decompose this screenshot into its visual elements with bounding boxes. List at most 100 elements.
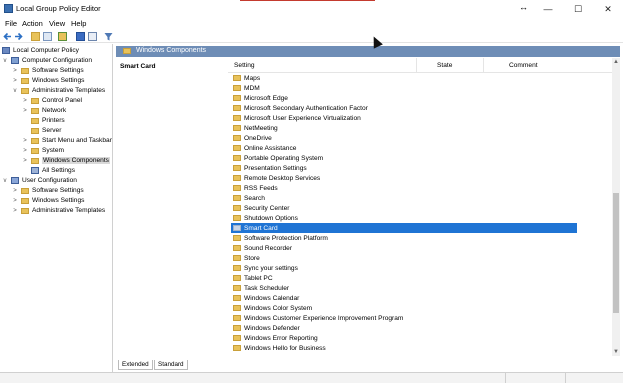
folder-icon: [233, 155, 241, 161]
status-bar: [0, 372, 623, 383]
expander-icon[interactable]: >: [22, 138, 28, 144]
list-item[interactable]: Software Protection Platform: [231, 233, 577, 243]
list-item[interactable]: Portable Operating System: [231, 153, 577, 163]
tree-item-server[interactable]: Server: [22, 126, 61, 135]
expander-icon[interactable]: >: [22, 98, 28, 104]
tree-item-software-settings[interactable]: > Software Settings: [12, 66, 83, 75]
menu-action[interactable]: Action: [22, 19, 43, 28]
list-item[interactable]: Task Scheduler: [231, 283, 577, 293]
properties-icon[interactable]: [88, 32, 97, 41]
folder-icon: [31, 107, 39, 114]
settings-icon: [31, 167, 39, 174]
list-item[interactable]: Search: [231, 193, 577, 203]
expander-icon[interactable]: >: [12, 198, 18, 204]
list-item[interactable]: RSS Feeds: [231, 183, 577, 193]
tree-item-user-configuration[interactable]: v User Configuration: [2, 176, 77, 185]
tab-extended[interactable]: Extended: [118, 360, 153, 370]
expander-icon[interactable]: v: [12, 88, 18, 94]
list-item[interactable]: Shutdown Options: [231, 213, 577, 223]
up-folder-icon[interactable]: [31, 32, 40, 41]
column-header-comment[interactable]: Comment: [509, 62, 538, 69]
status-divider: [565, 373, 566, 383]
list-item[interactable]: Microsoft Edge: [231, 93, 577, 103]
list-item[interactable]: Windows Color System: [231, 303, 577, 313]
window-title: Local Group Policy Editor: [16, 4, 101, 13]
expander-icon[interactable]: >: [22, 148, 28, 154]
vertical-scrollbar[interactable]: ▲ ▼: [612, 58, 620, 356]
forward-icon[interactable]: [14, 32, 23, 41]
tree-item-windows-components[interactable]: > Windows Components: [22, 156, 110, 165]
title-bar: Local Group Policy Editor ↔ — ☐ ✕: [0, 0, 623, 18]
column-divider[interactable]: [483, 58, 484, 73]
folder-icon: [233, 75, 241, 81]
tree-item-local-computer-policy[interactable]: Local Computer Policy: [2, 46, 79, 55]
list-item[interactable]: MDM: [231, 83, 577, 93]
list-item[interactable]: Windows Customer Experience Improvement …: [231, 313, 577, 323]
list-item[interactable]: Windows Calendar: [231, 293, 577, 303]
menu-help[interactable]: Help: [71, 19, 86, 28]
list-item[interactable]: Sound Recorder: [231, 243, 577, 253]
list-item[interactable]: Presentation Settings: [231, 163, 577, 173]
column-header-setting[interactable]: Setting: [234, 62, 255, 69]
tree-item-control-panel[interactable]: > Control Panel: [22, 96, 82, 105]
list-item[interactable]: Windows Defender: [231, 323, 577, 333]
expander-icon[interactable]: >: [22, 108, 28, 114]
folder-icon: [233, 285, 241, 291]
list-item[interactable]: Windows Error Reporting: [231, 333, 577, 343]
back-icon[interactable]: [3, 32, 12, 41]
expander-icon[interactable]: >: [12, 68, 18, 74]
folder-icon: [233, 135, 241, 141]
tree-item-system[interactable]: > System: [22, 146, 64, 155]
tab-standard[interactable]: Standard: [154, 360, 188, 370]
expander-icon[interactable]: v: [2, 58, 8, 64]
list-item[interactable]: Online Assistance: [231, 143, 577, 153]
column-header-state[interactable]: State: [437, 62, 452, 69]
close-button[interactable]: ✕: [593, 0, 623, 18]
show-hide-tree-icon[interactable]: [43, 32, 52, 41]
expander-icon[interactable]: >: [12, 78, 18, 84]
column-divider[interactable]: [416, 58, 417, 73]
expander-icon[interactable]: >: [12, 188, 18, 194]
folder-icon: [233, 205, 241, 211]
scroll-up-icon[interactable]: ▲: [612, 58, 620, 66]
tree-item-computer-configuration[interactable]: v Computer Configuration: [2, 56, 92, 65]
app-icon: [4, 4, 13, 13]
user-icon: [11, 177, 19, 184]
list-item[interactable]: Tablet PC: [231, 273, 577, 283]
menu-file[interactable]: File: [5, 19, 17, 28]
expander-icon[interactable]: >: [12, 208, 18, 214]
list-item[interactable]: Store: [231, 253, 577, 263]
expander-icon[interactable]: v: [2, 178, 8, 184]
list-item[interactable]: Sync your settings: [231, 263, 577, 273]
list-item[interactable]: OneDrive: [231, 133, 577, 143]
tree-item-user-windows-settings[interactable]: > Windows Settings: [12, 196, 84, 205]
folder-icon: [233, 345, 241, 351]
list-item[interactable]: Remote Desktop Services: [231, 173, 577, 183]
tree-item-start-menu-and-taskbar[interactable]: > Start Menu and Taskbar: [22, 136, 112, 145]
scrollbar-thumb[interactable]: [613, 193, 619, 313]
help-icon[interactable]: [76, 32, 85, 41]
list-item[interactable]: NetMeeting: [231, 123, 577, 133]
scroll-down-icon[interactable]: ▼: [612, 348, 620, 356]
expander-icon[interactable]: >: [22, 158, 28, 164]
list-item[interactable]: Windows Hello for Business: [231, 343, 577, 353]
tree-item-windows-settings[interactable]: > Windows Settings: [12, 76, 84, 85]
menu-view[interactable]: View: [49, 19, 65, 28]
export-icon[interactable]: [58, 32, 67, 41]
filter-icon[interactable]: [104, 32, 113, 41]
maximize-button[interactable]: ☐: [563, 0, 593, 18]
list-item[interactable]: Maps: [231, 73, 577, 83]
tree-item-user-software-settings[interactable]: > Software Settings: [12, 186, 83, 195]
tree-item-printers[interactable]: Printers: [22, 116, 65, 125]
list-item[interactable]: Security Center: [231, 203, 577, 213]
tree-item-administrative-templates[interactable]: v Administrative Templates: [12, 86, 106, 95]
folder-icon: [233, 325, 241, 331]
tree-item-all-settings[interactable]: All Settings: [22, 166, 75, 175]
list-item[interactable]: Microsoft User Experience Virtualization: [231, 113, 577, 123]
list-item-selected[interactable]: Smart Card: [231, 223, 577, 233]
list-item[interactable]: Microsoft Secondary Authentication Facto…: [231, 103, 577, 113]
minimize-button[interactable]: —: [533, 0, 563, 18]
tree-item-user-administrative-templates[interactable]: > Administrative Templates: [12, 206, 105, 215]
computer-icon: [11, 57, 19, 64]
tree-item-network[interactable]: > Network: [22, 106, 66, 115]
